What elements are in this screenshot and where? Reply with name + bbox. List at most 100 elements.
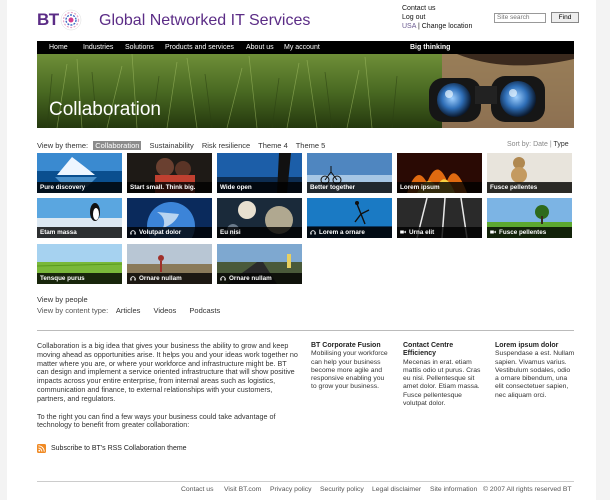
logo-text: BT bbox=[37, 10, 59, 29]
theme-filter: View by theme: Collaboration Sustainabil… bbox=[37, 141, 331, 150]
tile-tensque-purus[interactable]: Tensque purus bbox=[37, 244, 122, 284]
content-type-videos[interactable]: Videos bbox=[154, 306, 177, 315]
headphones-icon bbox=[310, 230, 316, 235]
tile-label: Volutpat dolor bbox=[139, 229, 182, 236]
rss-label: Subscribe to BT's RSS Collaboration them… bbox=[51, 445, 187, 452]
top-links: Contact us Log out USA | Change location bbox=[402, 4, 472, 31]
content-type-filter: View by content type: Articles Videos Po… bbox=[37, 306, 231, 315]
theme-5[interactable]: Theme 5 bbox=[296, 141, 326, 150]
content-type-label: View by content type: bbox=[37, 306, 109, 315]
feature-column-corporate-fusion[interactable]: BT Corporate Fusion Mobilising your work… bbox=[311, 342, 391, 392]
nav-solutions[interactable]: Solutions bbox=[125, 44, 154, 51]
rss-subscribe[interactable]: Subscribe to BT's RSS Collaboration them… bbox=[37, 444, 187, 453]
tile-start-small[interactable]: Start small. Think big. bbox=[127, 153, 212, 193]
hero-title: Collaboration bbox=[49, 99, 161, 120]
section-divider bbox=[37, 330, 574, 331]
tile-label: Urna elit bbox=[409, 229, 435, 236]
footer-contact-us[interactable]: Contact us bbox=[181, 486, 214, 493]
tile-better-together[interactable]: Better together bbox=[307, 153, 392, 193]
tile-label: Fusce pellentes bbox=[499, 229, 547, 236]
tile-etam-massa[interactable]: Etam massa bbox=[37, 198, 122, 238]
main-nav: Home Industries Solutions Products and s… bbox=[37, 41, 574, 54]
tile-label: Wide open bbox=[220, 184, 252, 191]
tile-label: Lorem a ornare bbox=[319, 229, 365, 236]
sort-separator: | bbox=[549, 141, 552, 148]
footer-copyright: © 2007 All rights reserved BT bbox=[483, 486, 572, 493]
change-location-link[interactable]: Change location bbox=[422, 23, 473, 30]
headphones-icon bbox=[130, 276, 136, 281]
footer-visit-bt[interactable]: Visit BT.com bbox=[224, 486, 261, 493]
find-button[interactable]: Find bbox=[551, 12, 579, 23]
feature-column-contact-centre[interactable]: Contact Centre Efficiency Mecenas in era… bbox=[403, 342, 483, 408]
feature-column-lorem-ipsum[interactable]: Lorem ipsum dolor Suspendase a est. Null… bbox=[495, 342, 575, 400]
region-separator: | bbox=[417, 23, 420, 30]
tile-fusce-pellentes-2[interactable]: Fusce pellentes bbox=[487, 198, 572, 238]
tile-lorem-a-ornare[interactable]: Lorem a ornare bbox=[307, 198, 392, 238]
footer-divider bbox=[37, 481, 574, 482]
tile-label: Lorem ipsum bbox=[400, 184, 440, 191]
content-type-podcasts[interactable]: Podcasts bbox=[189, 306, 220, 315]
tile-label: Tensque purus bbox=[40, 275, 85, 282]
footer-security-policy[interactable]: Security policy bbox=[320, 486, 364, 493]
tile-wide-open[interactable]: Wide open bbox=[217, 153, 302, 193]
theme-collaboration[interactable]: Collaboration bbox=[93, 141, 142, 150]
bt-globe-icon bbox=[60, 9, 81, 31]
feature-title: Contact Centre Efficiency bbox=[403, 342, 454, 358]
tile-fusce-pellentes[interactable]: Fusce pellentes bbox=[487, 153, 572, 193]
bt-logo[interactable]: BT bbox=[37, 9, 82, 31]
tile-label: Pure discovery bbox=[40, 184, 86, 191]
search-input[interactable] bbox=[494, 12, 546, 23]
sort-by-type[interactable]: Type bbox=[553, 141, 568, 148]
sort-by-date[interactable]: Sort by: Date bbox=[507, 141, 548, 148]
video-camera-icon bbox=[490, 230, 496, 234]
sort-control: Sort by: Date | Type bbox=[507, 141, 569, 148]
intro-paragraph: Collaboration is a big idea that gives y… bbox=[37, 341, 298, 403]
contact-us-link[interactable]: Contact us bbox=[402, 5, 435, 12]
footer-site-information[interactable]: Site information bbox=[430, 486, 477, 493]
theme-sustainability[interactable]: Sustainability bbox=[150, 141, 194, 150]
tile-pure-discovery[interactable]: Pure discovery bbox=[37, 153, 122, 193]
region-label: USA bbox=[402, 23, 417, 30]
tile-label: Better together bbox=[310, 184, 356, 191]
tile-label: Start small. Think big. bbox=[130, 184, 196, 191]
headphones-icon bbox=[130, 230, 136, 235]
intro-text: Collaboration is a big idea that gives y… bbox=[37, 341, 299, 430]
theme-4[interactable]: Theme 4 bbox=[258, 141, 288, 150]
page: BT Global Networked IT Services Contact … bbox=[7, 0, 596, 500]
tile-label: Etam massa bbox=[40, 229, 77, 236]
nav-big-thinking[interactable]: Big thinking bbox=[410, 44, 450, 51]
feature-title: BT Corporate Fusion bbox=[311, 342, 381, 349]
footer-privacy-policy[interactable]: Privacy policy bbox=[270, 486, 312, 493]
content-type-articles[interactable]: Articles bbox=[116, 306, 141, 315]
nav-home[interactable]: Home bbox=[49, 44, 68, 51]
footer-legal-disclaimer[interactable]: Legal disclaimer bbox=[372, 486, 421, 493]
intro-paragraph-2: To the right you can find a few ways you… bbox=[37, 411, 276, 430]
site-search: Find bbox=[494, 12, 579, 23]
tile-ornare-nullam[interactable]: Ornare nullam bbox=[127, 244, 212, 284]
feature-text: Mecenas in erat. etiam mattis odio ut pu… bbox=[403, 358, 481, 408]
tile-urna-elit[interactable]: Urna elit bbox=[397, 198, 482, 238]
tile-lorem-ipsum[interactable]: Lorem ipsum bbox=[397, 153, 482, 193]
log-out-link[interactable]: Log out bbox=[402, 14, 425, 21]
video-camera-icon bbox=[400, 230, 406, 234]
headphones-icon bbox=[220, 276, 226, 281]
nav-industries[interactable]: Industries bbox=[83, 44, 113, 51]
tile-label: Ornare nullam bbox=[229, 275, 272, 282]
nav-my-account[interactable]: My account bbox=[284, 44, 320, 51]
nav-about-us[interactable]: About us bbox=[246, 44, 274, 51]
theme-filter-label: View by theme: bbox=[37, 141, 89, 150]
feature-title: Lorem ipsum dolor bbox=[495, 342, 559, 349]
tile-volutpat-dolor[interactable]: Volutpat dolor bbox=[127, 198, 212, 238]
hero-banner: Collaboration bbox=[37, 54, 574, 128]
tile-label: Ornare nullam bbox=[139, 275, 182, 282]
theme-risk-resilience[interactable]: Risk resilience bbox=[202, 141, 250, 150]
nav-products-and-services[interactable]: Products and services bbox=[165, 44, 234, 51]
tile-ornare-nullam-2[interactable]: Ornare nullam bbox=[217, 244, 302, 284]
feature-text: Mobilising your workforce can help your … bbox=[311, 350, 388, 391]
rss-icon bbox=[37, 444, 46, 453]
view-by-people-link[interactable]: View by people bbox=[37, 295, 88, 304]
tile-label: Eu nisi bbox=[220, 229, 241, 236]
site-title: Global Networked IT Services bbox=[99, 12, 311, 29]
tile-eu-nisi[interactable]: Eu nisi bbox=[217, 198, 302, 238]
tile-label: Fusce pellentes bbox=[490, 184, 538, 191]
